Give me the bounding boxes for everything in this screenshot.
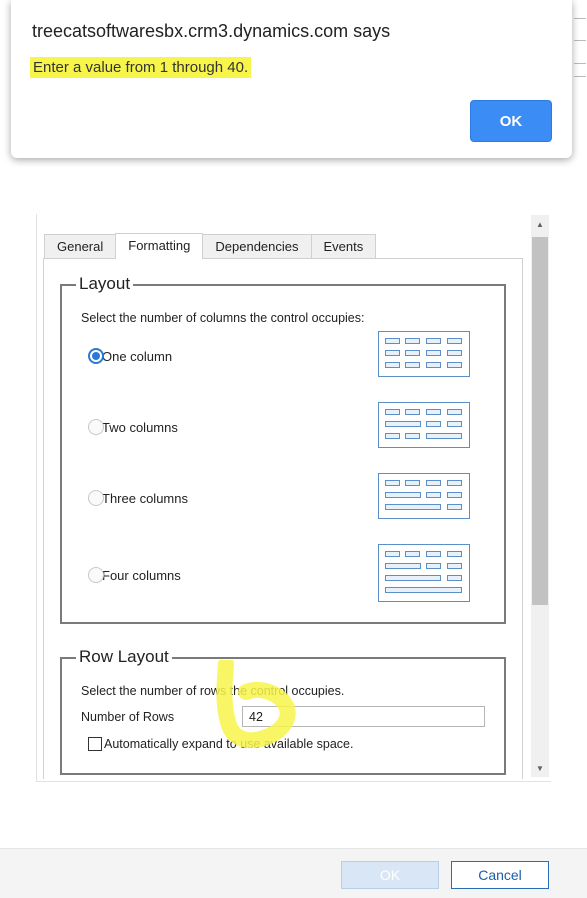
divider xyxy=(574,63,586,64)
vertical-scrollbar[interactable]: ▲ ▼ xyxy=(531,215,549,777)
divider xyxy=(574,18,586,19)
divider xyxy=(574,40,586,41)
auto-expand-label: Automatically expand to use available sp… xyxy=(104,737,354,751)
cancel-button[interactable]: Cancel xyxy=(451,861,549,889)
radio-four-columns-label: Four columns xyxy=(102,567,181,583)
radio-button[interactable] xyxy=(88,567,104,583)
radio-three-columns[interactable]: Three columns xyxy=(88,488,188,508)
layout-group: Layout Select the number of columns the … xyxy=(60,274,506,624)
scrollbar-thumb[interactable] xyxy=(532,237,548,605)
four-columns-layout-icon xyxy=(378,544,470,602)
alert-title: treecatsoftwaresbx.crm3.dynamics.com say… xyxy=(32,21,391,41)
one-column-layout-icon xyxy=(378,331,470,377)
row-layout-description: Select the number of rows the control oc… xyxy=(81,684,345,698)
dialog-footer: OK Cancel xyxy=(0,848,587,898)
ok-button[interactable]: OK xyxy=(341,861,439,889)
radio-button-checked[interactable] xyxy=(88,348,104,364)
row-layout-group: Row Layout Select the number of rows the… xyxy=(60,647,506,775)
auto-expand-checkbox[interactable] xyxy=(88,737,102,751)
scroll-up-arrow-icon[interactable]: ▲ xyxy=(531,215,549,233)
tab-general[interactable]: General xyxy=(44,234,117,258)
radio-one-column[interactable]: One column xyxy=(88,346,172,366)
divider xyxy=(574,76,586,77)
number-of-rows-input[interactable] xyxy=(242,706,485,727)
radio-four-columns[interactable]: Four columns xyxy=(88,565,181,585)
alert-ok-button[interactable]: OK xyxy=(470,100,552,142)
alert-message: Enter a value from 1 through 40. xyxy=(30,57,252,78)
tab-formatting[interactable]: Formatting xyxy=(115,233,204,259)
radio-button[interactable] xyxy=(88,490,104,506)
formatting-tab-content: Layout Select the number of columns the … xyxy=(43,258,523,779)
number-of-rows-label: Number of Rows xyxy=(81,710,175,724)
tab-dependencies[interactable]: Dependencies xyxy=(202,234,312,258)
tab-events[interactable]: Events xyxy=(310,234,377,258)
row-layout-legend: Row Layout xyxy=(76,647,172,667)
radio-one-column-label: One column xyxy=(102,348,173,364)
scroll-down-arrow-icon[interactable]: ▼ xyxy=(531,759,549,777)
browser-alert-dialog: treecatsoftwaresbx.crm3.dynamics.com say… xyxy=(11,0,572,158)
two-columns-layout-icon xyxy=(378,402,470,448)
radio-two-columns-label: Two columns xyxy=(102,419,178,435)
radio-button[interactable] xyxy=(88,419,104,435)
background-page-edge xyxy=(573,0,587,160)
layout-description: Select the number of columns the control… xyxy=(81,311,365,325)
layout-legend: Layout xyxy=(76,274,134,294)
radio-three-columns-label: Three columns xyxy=(102,490,188,506)
auto-expand-checkbox-row[interactable]: Automatically expand to use available sp… xyxy=(88,737,353,751)
radio-two-columns[interactable]: Two columns xyxy=(88,417,178,437)
three-columns-layout-icon xyxy=(378,473,470,519)
tab-strip: General Formatting Dependencies Events xyxy=(44,233,377,259)
